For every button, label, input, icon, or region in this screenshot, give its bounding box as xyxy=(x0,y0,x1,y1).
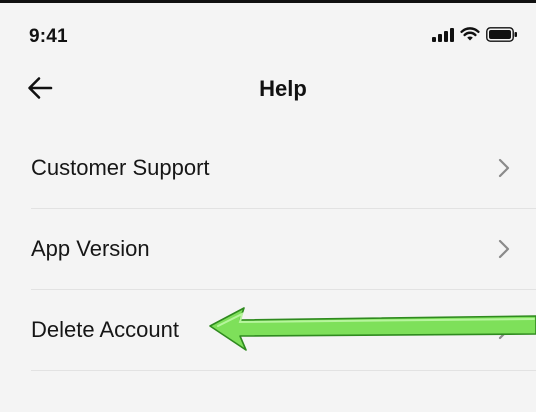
status-bar: 9:41 xyxy=(0,22,536,52)
battery-icon xyxy=(486,27,518,47)
chevron-right-icon xyxy=(497,238,511,260)
menu-item-label: Customer Support xyxy=(31,155,210,180)
cellular-signal-icon xyxy=(432,27,454,47)
status-icons xyxy=(432,27,518,47)
nav-bar: Help xyxy=(0,60,536,120)
chevron-right-icon xyxy=(497,319,511,341)
top-edge-rule xyxy=(0,0,536,3)
menu-item-delete-account[interactable]: Delete Account xyxy=(31,290,536,371)
status-time: 9:41 xyxy=(29,26,68,47)
chevron-right-icon xyxy=(497,157,511,179)
page-title: Help xyxy=(259,76,307,101)
menu-item-label: Delete Account xyxy=(31,317,179,342)
help-menu-list: Customer Support App Version Delete Acco… xyxy=(0,128,536,371)
menu-item-app-version[interactable]: App Version xyxy=(31,209,536,290)
menu-item-label: App Version xyxy=(31,236,150,261)
menu-item-customer-support[interactable]: Customer Support xyxy=(31,128,536,209)
wifi-icon xyxy=(460,27,480,47)
